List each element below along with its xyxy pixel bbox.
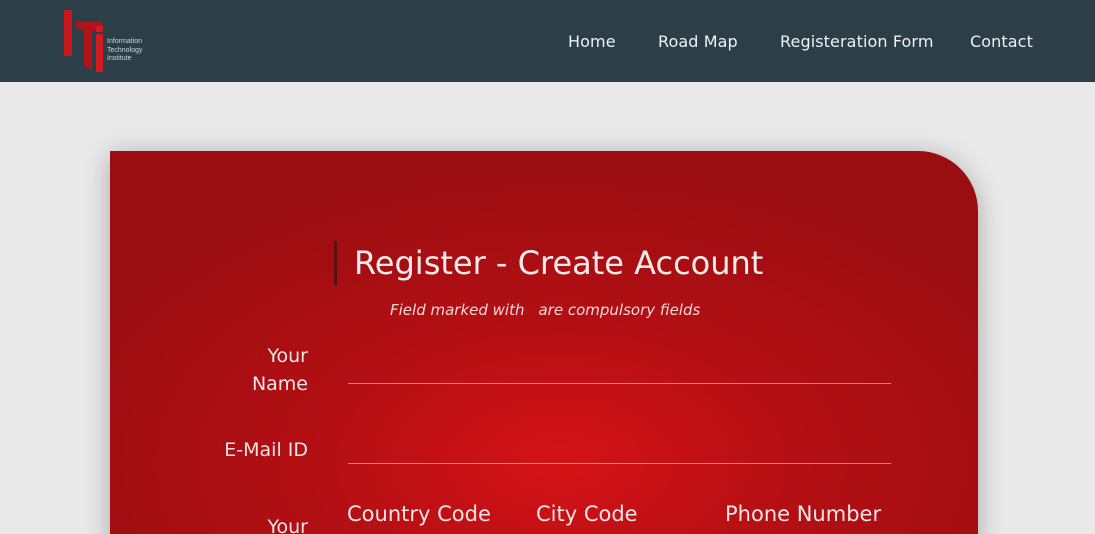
nav-contact[interactable]: Contact [970, 0, 1033, 82]
nav-road-map[interactable]: Road Map [658, 0, 738, 82]
name-label: *Your Name [251, 345, 308, 395]
phone-number-input[interactable] [725, 499, 925, 529]
nav-registration-form[interactable]: Registeration Form [780, 0, 934, 82]
email-label: *E-Mail ID [217, 439, 308, 461]
top-navbar: Information Technology Institute Home Ro… [0, 0, 1095, 82]
country-code-input[interactable] [347, 499, 527, 529]
logo-caption: Information Technology Institute [107, 38, 143, 62]
email-input[interactable] [348, 434, 891, 464]
nav-home[interactable]: Home [568, 0, 616, 82]
title-accent-bar [334, 241, 337, 285]
phone-label: Your [267, 516, 308, 534]
city-code-input[interactable] [536, 499, 716, 529]
name-input[interactable] [348, 354, 891, 384]
required-fields-note: Field marked with are compulsory fields [390, 301, 701, 319]
form-title: Register - Create Account [354, 244, 764, 282]
registration-card: Register - Create Account Field marked w… [110, 151, 978, 534]
